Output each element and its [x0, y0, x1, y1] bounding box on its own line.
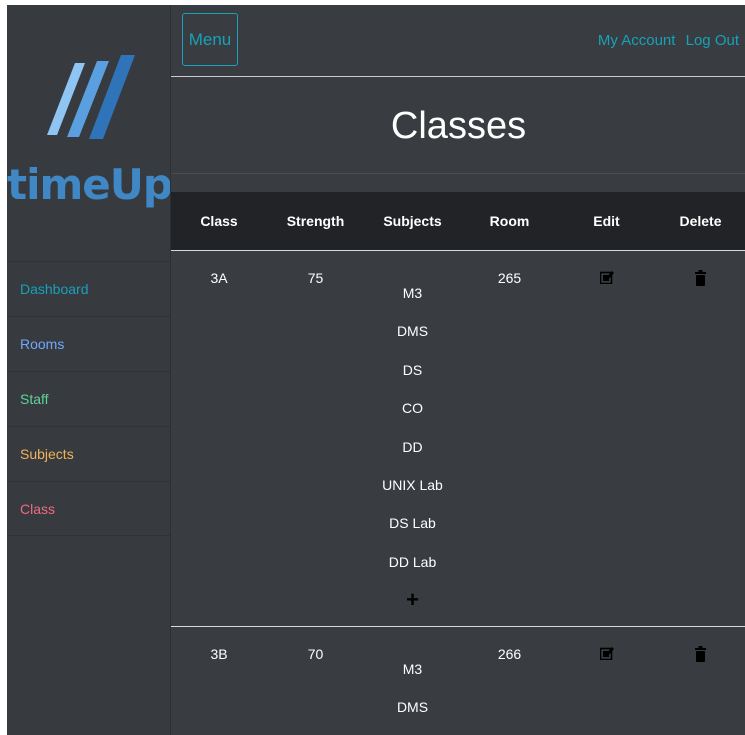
- title-divider: [171, 173, 745, 174]
- subject-item: M3: [402, 285, 423, 301]
- brand-name: timeUp: [7, 160, 173, 209]
- subject-item: DS Lab: [389, 515, 436, 532]
- trash-icon[interactable]: [695, 646, 706, 665]
- classes-table: Class Strength Subjects Room Edit Delete…: [171, 192, 745, 735]
- app: timeUp Dashboard Rooms Staff Subjects Cl…: [7, 5, 745, 735]
- edit-icon[interactable]: [599, 270, 614, 287]
- edit-cell: [558, 627, 655, 735]
- menu-button[interactable]: Menu: [182, 13, 238, 66]
- table-row: 3A 75 M3 DMS DS CO DD UNIX Lab DS Lab DD…: [171, 250, 745, 627]
- main-content: Menu My Account Log Out Classes Class St…: [170, 5, 745, 735]
- column-header-delete: Delete: [655, 192, 745, 251]
- column-header-edit: Edit: [558, 192, 655, 251]
- class-cell: 3B: [210, 646, 228, 662]
- room-cell: 266: [497, 646, 522, 662]
- sidebar-item-subjects[interactable]: Subjects: [7, 426, 170, 481]
- subjects-cell: M3 DMS DS: [364, 627, 461, 735]
- subjects-cell: M3 DMS DS CO DD UNIX Lab DS Lab DD Lab +: [364, 250, 461, 627]
- strength-cell: 70: [307, 646, 324, 662]
- table-row: 3B 70 M3 DMS DS 266: [171, 627, 745, 735]
- subject-item: CO: [402, 400, 423, 417]
- subject-item: DS: [402, 361, 423, 378]
- logo-stripes-icon: [47, 55, 135, 139]
- logo: timeUp: [7, 5, 173, 260]
- sidebar-item-class[interactable]: Class: [7, 481, 170, 536]
- subject-item: DS: [365, 727, 460, 735]
- sidebar-item-staff[interactable]: Staff: [7, 371, 170, 426]
- top-links: My Account Log Out: [592, 32, 739, 49]
- sidebar-nav: Dashboard Rooms Staff Subjects Class: [7, 261, 170, 536]
- delete-cell: [655, 627, 745, 735]
- subject-list: M3 DMS DS CO DD UNIX Lab DS Lab DD Lab +: [365, 270, 460, 619]
- class-cell: 3A: [171, 250, 267, 627]
- column-header-class: Class: [171, 192, 267, 251]
- edit-icon[interactable]: [599, 646, 614, 663]
- delete-cell: [655, 250, 745, 627]
- my-account-link[interactable]: My Account: [598, 32, 676, 49]
- log-out-link[interactable]: Log Out: [686, 32, 739, 49]
- strength-cell: 75: [267, 250, 364, 627]
- plus-icon[interactable]: +: [365, 581, 460, 619]
- column-header-strength: Strength: [267, 192, 364, 251]
- sidebar: timeUp Dashboard Rooms Staff Subjects Cl…: [7, 5, 173, 735]
- subject-item: DD Lab: [388, 553, 437, 570]
- subject-list: M3 DMS DS: [365, 646, 460, 735]
- column-header-room: Room: [461, 192, 558, 251]
- subject-item: UNIX Lab: [382, 477, 443, 494]
- page-title: Classes: [390, 105, 527, 147]
- subject-item: DMS: [396, 323, 429, 340]
- room-cell: 265: [461, 250, 558, 627]
- edit-cell: [558, 250, 655, 627]
- sidebar-item-rooms[interactable]: Rooms: [7, 316, 170, 371]
- subject-item: M3: [402, 661, 423, 677]
- top-bar: Menu My Account Log Out: [171, 5, 745, 77]
- sidebar-item-dashboard[interactable]: Dashboard: [7, 261, 170, 316]
- table-header-row: Class Strength Subjects Room Edit Delete: [171, 192, 745, 251]
- trash-icon[interactable]: [695, 270, 706, 289]
- subject-item: DMS: [396, 699, 429, 716]
- column-header-subjects: Subjects: [364, 192, 461, 251]
- subject-item: DD: [402, 438, 423, 455]
